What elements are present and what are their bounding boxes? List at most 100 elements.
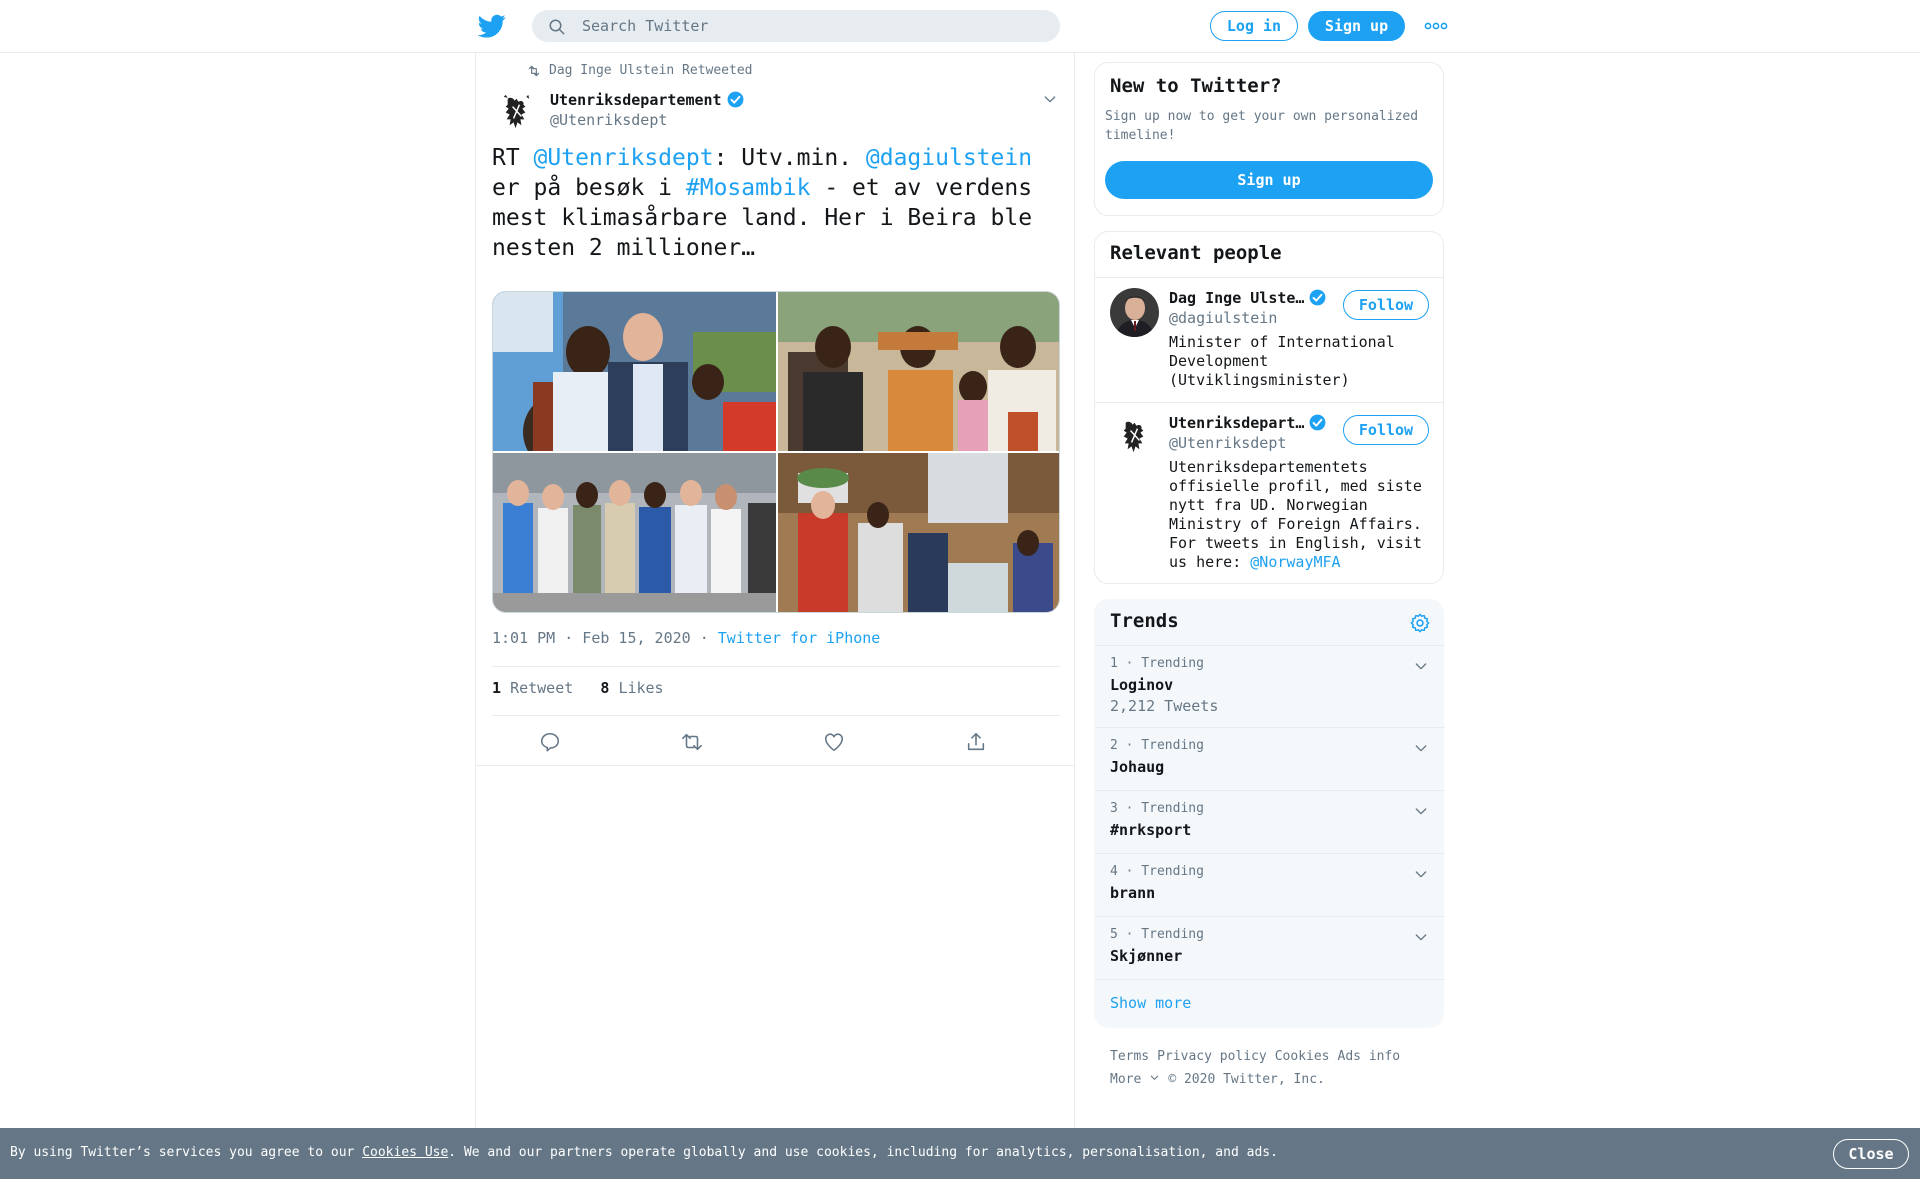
retweet-stat[interactable]: 1 Retweet bbox=[492, 679, 573, 697]
person-handle[interactable]: @Utenriksdept bbox=[1169, 434, 1286, 452]
tweet-actions bbox=[492, 717, 1060, 767]
chevron-down-icon[interactable] bbox=[1413, 866, 1429, 882]
tweet-column: Dag Inge Ulstein Retweeted Utenriksdepar… bbox=[475, 53, 1075, 1179]
mention-link-utenriksdept[interactable]: @Utenriksdept bbox=[534, 145, 714, 171]
trend-name[interactable]: Johaug bbox=[1110, 758, 1164, 776]
more-options-icon[interactable] bbox=[1424, 18, 1448, 34]
chevron-down-icon[interactable] bbox=[1413, 740, 1429, 756]
coat-of-arms-logo bbox=[503, 94, 530, 129]
follow-button[interactable]: Follow bbox=[1343, 415, 1429, 445]
trend-meta: 4 · Trending bbox=[1110, 864, 1204, 879]
trend-item[interactable]: 5 · Trending Skjønner bbox=[1095, 916, 1445, 979]
person-bio: Utenriksdepartementets offisielle profil… bbox=[1169, 458, 1439, 572]
trend-name[interactable]: Skjønner bbox=[1110, 947, 1182, 965]
author-avatar[interactable] bbox=[492, 89, 541, 138]
bio-mention-link[interactable]: @NorwayMFA bbox=[1250, 553, 1340, 571]
search-bar[interactable] bbox=[532, 10, 1060, 42]
tweet-text-part: : Utv.min. bbox=[713, 145, 866, 171]
retweet-count: 1 bbox=[492, 679, 502, 697]
person-avatar[interactable] bbox=[1110, 288, 1159, 337]
person-utenriksdept[interactable]: Utenriksdepart… @Utenriksdept Utenriksde… bbox=[1095, 403, 1443, 583]
trend-name[interactable]: #nrksport bbox=[1110, 821, 1191, 839]
divider bbox=[492, 666, 1060, 667]
footer-more-menu[interactable]: More bbox=[1110, 1072, 1160, 1087]
tweet-timestamp[interactable]: 1:01 PM · Feb 15, 2020 bbox=[492, 629, 691, 647]
person-handle[interactable]: @dagiulstein bbox=[1169, 309, 1277, 327]
retweet-context[interactable]: Dag Inge Ulstein Retweeted bbox=[527, 63, 753, 78]
author-name-text[interactable]: Utenriksdepartement bbox=[550, 91, 722, 109]
tweet-meta: 1:01 PM · Feb 15, 2020 · Twitter for iPh… bbox=[492, 629, 880, 647]
trends-title: Trends bbox=[1110, 610, 1179, 632]
photo-1[interactable] bbox=[493, 292, 776, 451]
login-button[interactable]: Log in bbox=[1210, 11, 1298, 41]
photo-4[interactable] bbox=[778, 453, 1059, 612]
cookies-use-link[interactable]: Cookies Use bbox=[362, 1145, 448, 1160]
trend-item[interactable]: 1 · Trending Loginov 2,212 Tweets bbox=[1095, 645, 1445, 727]
trend-count: 2,212 Tweets bbox=[1110, 697, 1219, 715]
person-dagiulstein[interactable]: Dag Inge Ulste… @dagiulstein Minister of… bbox=[1095, 278, 1443, 402]
verified-badge-icon bbox=[1310, 289, 1326, 306]
divider bbox=[492, 715, 1060, 716]
avatar-photo bbox=[1110, 288, 1159, 337]
reply-icon[interactable] bbox=[539, 731, 561, 753]
trend-name[interactable]: Loginov bbox=[1110, 676, 1173, 694]
top-bar: Log in Sign up bbox=[0, 0, 1920, 53]
chevron-down-icon bbox=[1151, 1075, 1159, 1080]
photo-2-image bbox=[778, 292, 1059, 451]
footer-links: Terms Privacy policy Cookies Ads info More ©… bbox=[1110, 1045, 1440, 1091]
trend-item[interactable]: 4 · Trending brann bbox=[1095, 853, 1445, 916]
person-name-text[interactable]: Dag Inge Ulste… bbox=[1169, 289, 1304, 307]
divider bbox=[476, 765, 1074, 766]
coat-of-arms-logo bbox=[1123, 421, 1144, 453]
person-name-text[interactable]: Utenriksdepart… bbox=[1169, 414, 1304, 432]
new-to-twitter-text: Sign up now to get your own personalized… bbox=[1105, 109, 1419, 143]
follow-button[interactable]: Follow bbox=[1343, 290, 1429, 320]
cookie-text: By using Twitter’s services you agree to… bbox=[10, 1145, 1278, 1160]
trend-name[interactable]: brann bbox=[1110, 884, 1155, 902]
chevron-down-icon[interactable] bbox=[1413, 803, 1429, 819]
like-stat[interactable]: 8 Likes bbox=[600, 679, 663, 697]
cookie-text-after: . We and our partners operate globally a… bbox=[448, 1145, 1278, 1160]
search-input[interactable] bbox=[582, 10, 1042, 42]
footer-privacy-link[interactable]: Privacy policy bbox=[1157, 1049, 1267, 1064]
cookie-text-before: By using Twitter’s services you agree to… bbox=[10, 1145, 363, 1160]
chevron-down-icon[interactable] bbox=[1042, 91, 1058, 107]
author-handle[interactable]: @Utenriksdept bbox=[550, 111, 667, 129]
photo-3[interactable] bbox=[493, 453, 776, 612]
copyright-text: © 2020 Twitter, Inc. bbox=[1168, 1072, 1325, 1087]
show-more-link[interactable]: Show more bbox=[1110, 994, 1191, 1012]
new-to-twitter-card: New to Twitter? Sign up now to get your … bbox=[1094, 62, 1444, 216]
retweeted-by-text: Dag Inge Ulstein Retweeted bbox=[549, 63, 753, 78]
retweet-label: Retweet bbox=[510, 679, 574, 697]
tweet-source-link[interactable]: Twitter for iPhone bbox=[718, 629, 881, 647]
trend-item[interactable]: 3 · Trending #nrksport bbox=[1095, 790, 1445, 853]
photo-1-image bbox=[493, 292, 776, 451]
verified-badge-icon bbox=[1310, 414, 1326, 431]
tweet-stats: 1 Retweet 8 Likes bbox=[492, 679, 664, 697]
footer-ads-link[interactable]: Ads info bbox=[1338, 1049, 1401, 1064]
mention-link-dagiulstein[interactable]: @dagiulstein bbox=[866, 145, 1032, 171]
person-name[interactable]: Utenriksdepart… bbox=[1169, 413, 1327, 432]
person-avatar[interactable] bbox=[1110, 413, 1159, 462]
trend-item[interactable]: 2 · Trending Johaug bbox=[1095, 727, 1445, 790]
signup-button-header[interactable]: Sign up bbox=[1308, 11, 1405, 41]
chevron-down-icon[interactable] bbox=[1413, 658, 1429, 674]
footer-terms-link[interactable]: Terms bbox=[1110, 1049, 1149, 1064]
gear-icon[interactable] bbox=[1409, 612, 1431, 634]
signup-button-sidebar[interactable]: Sign up bbox=[1105, 161, 1433, 199]
photo-4-image bbox=[778, 453, 1059, 612]
trend-meta: 2 · Trending bbox=[1110, 738, 1204, 753]
retweet-action-icon[interactable] bbox=[681, 731, 703, 753]
author-name[interactable]: Utenriksdepartement bbox=[550, 90, 745, 109]
hashtag-link-mosambik[interactable]: #Mosambik bbox=[686, 175, 811, 201]
share-icon[interactable] bbox=[965, 731, 987, 753]
new-to-twitter-title: New to Twitter? bbox=[1110, 75, 1282, 97]
like-heart-icon[interactable] bbox=[823, 731, 845, 753]
cookie-close-button[interactable]: Close bbox=[1833, 1139, 1909, 1169]
photo-2[interactable] bbox=[778, 292, 1059, 451]
footer-cookies-link[interactable]: Cookies bbox=[1275, 1049, 1330, 1064]
person-name[interactable]: Dag Inge Ulste… bbox=[1169, 288, 1327, 307]
chevron-down-icon[interactable] bbox=[1413, 929, 1429, 945]
twitter-logo-icon[interactable] bbox=[478, 12, 506, 40]
retweet-icon bbox=[528, 65, 540, 76]
